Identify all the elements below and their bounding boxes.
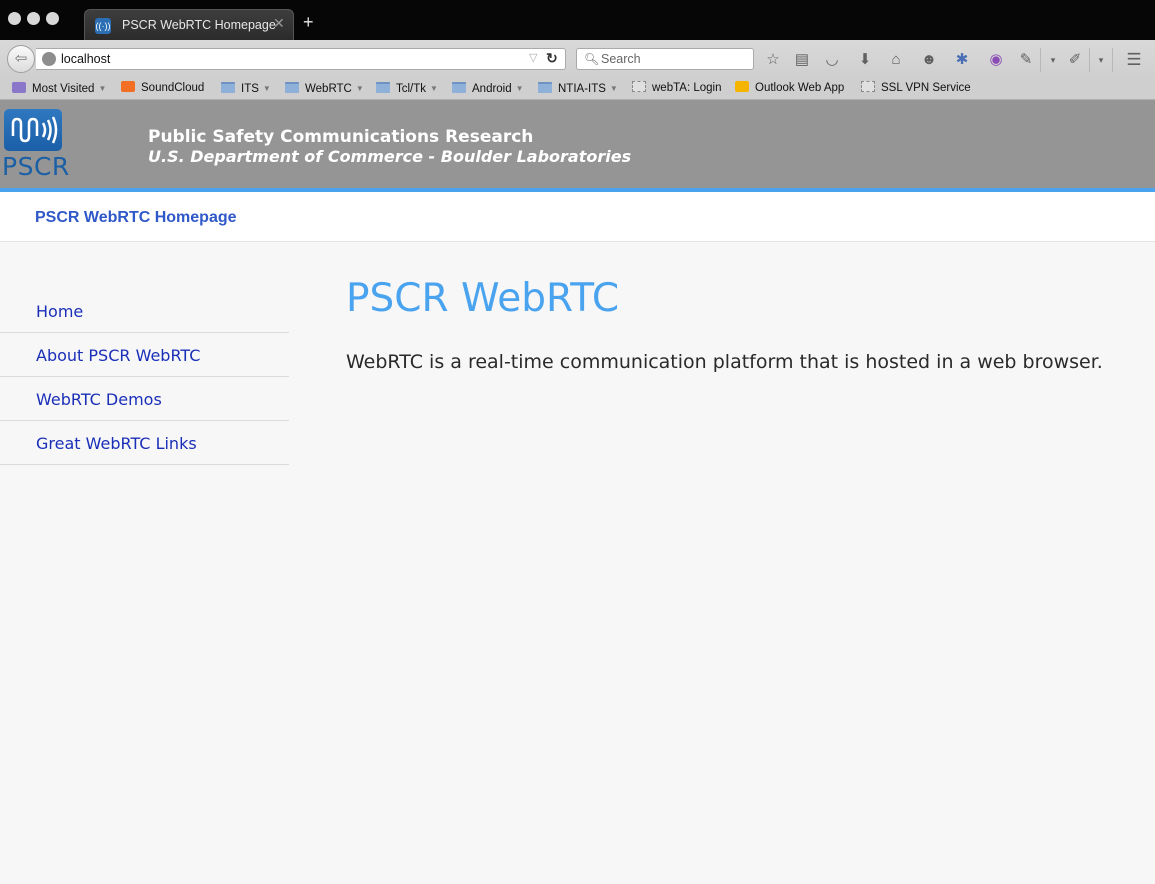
bookmark-webta-login[interactable]: webTA: Login [632,80,721,97]
close-window-button[interactable] [8,12,21,25]
folder-icon [221,82,235,93]
pscr-favicon-icon: ((·)) [95,18,111,34]
search-input[interactable] [599,50,753,68]
minimize-window-button[interactable] [27,12,40,25]
downloads-icon[interactable]: ⬇ [856,51,874,69]
most-visited-icon [12,82,26,93]
page-icon [632,81,646,92]
bookmarks-toolbar: Most Visited ▼ SoundCloud ITS ▼ WebRTC ▼ Tc… [0,78,1155,100]
toolbar-separator [1040,48,1041,72]
chat-icon[interactable]: ☻ [920,51,938,69]
bookmark-label: Outlook Web App [755,82,845,94]
chevron-down-icon: ▼ [262,84,271,93]
firebug-icon[interactable]: ✱ [953,51,971,69]
chevron-down-icon: ▼ [98,84,107,93]
logo-text: PSCR [2,152,70,181]
search-icon: 🔍︎ [584,52,600,66]
page-description: WebRTC is a real-time communication plat… [346,351,1103,373]
bookmark-label: Most Visited [32,83,95,95]
bookmark-label: NTIA-ITS [558,83,606,95]
folder-icon [538,82,552,93]
page-icon [861,81,875,92]
url-text[interactable]: localhost [61,52,110,66]
pscr-logo-icon [4,109,62,151]
globe-icon [42,52,56,66]
new-tab-button[interactable]: + [303,13,314,31]
sidebar-item-demos[interactable]: WebRTC Demos [0,377,289,421]
pocket-icon[interactable]: ◡ [823,51,841,69]
sidebar-item-about[interactable]: About PSCR WebRTC [0,333,289,377]
chevron-down-icon[interactable]: ▾ [1092,51,1110,69]
sidebar-nav: Home About PSCR WebRTC WebRTC Demos Grea… [0,289,289,465]
bookmark-label: SoundCloud [141,82,205,94]
header-title: Public Safety Communications Research [148,127,534,147]
bookmark-folder-android[interactable]: Android ▼ [452,80,524,97]
navigation-toolbar: ⇦ localhost ▽ ↻ 🔍︎ ☆ ▤ ◡ ⬇ ⌂ ☻ ✱ ◉ ✎ ▾ ✐… [0,40,1155,79]
eyedropper-icon[interactable]: ✐ [1066,51,1084,69]
page-title: PSCR WebRTC [346,276,620,321]
back-arrow-icon: ⇦ [14,50,28,67]
bookmark-label: webTA: Login [652,82,722,94]
bookmark-folder-tcltk[interactable]: Tcl/Tk ▼ [376,80,438,97]
tab-close-icon[interactable]: ✕ [273,15,285,32]
home-icon[interactable]: ⌂ [887,51,905,69]
site-header: PSCR Public Safety Communications Resear… [0,100,1155,188]
header-subtitle: U.S. Department of Commerce - Boulder La… [148,147,632,166]
chevron-down-icon: ▼ [609,84,618,93]
bookmark-folder-ntia-its[interactable]: NTIA-ITS ▼ [538,80,618,97]
soundcloud-icon [121,81,135,92]
bookmark-label: Android [472,83,512,95]
toolbar-separator [1112,48,1113,72]
reading-list-icon[interactable]: ▤ [793,51,811,69]
back-button[interactable]: ⇦ [7,45,35,73]
brand-link[interactable]: PSCR WebRTC Homepage [35,209,237,227]
chevron-down-icon: ▼ [430,84,438,93]
search-bar[interactable]: 🔍︎ [576,48,754,70]
bookmark-star-icon[interactable]: ☆ [764,51,782,69]
folder-icon [452,82,466,93]
url-bar[interactable]: localhost ▽ ↻ [36,48,566,70]
bookmark-label: Tcl/Tk [396,83,427,95]
chevron-down-icon: ▼ [355,84,364,93]
brand-bar: PSCR WebRTC Homepage [0,192,1155,242]
bookmark-soundcloud[interactable]: SoundCloud [121,80,204,97]
bookmark-label: ITS [241,83,259,95]
browser-titlebar: ((·)) PSCR WebRTC Homepage ✕ + [0,0,1155,40]
sidebar-item-home[interactable]: Home [0,289,289,333]
bookmark-folder-its[interactable]: ITS ▼ [221,80,271,97]
bookmark-label: SSL VPN Service [881,82,971,94]
bookmark-folder-webrtc[interactable]: WebRTC ▼ [285,80,364,97]
url-history-dropdown-icon[interactable]: ▽ [529,51,537,64]
reload-icon[interactable]: ↻ [546,50,558,67]
bookmark-ssl-vpn-service[interactable]: SSL VPN Service [861,80,971,97]
tab-title: PSCR WebRTC Homepage [122,18,276,32]
chevron-down-icon[interactable]: ▾ [1044,51,1062,69]
browser-tab[interactable]: ((·)) PSCR WebRTC Homepage ✕ [84,9,294,40]
chevron-down-icon: ▼ [515,84,524,93]
bookmark-outlook-web-app[interactable]: Outlook Web App [735,80,844,97]
sidebar-item-links[interactable]: Great WebRTC Links [0,421,289,465]
folder-icon [285,82,299,93]
bookmark-label: WebRTC [305,83,352,95]
extension-icon[interactable]: ◉ [987,51,1005,69]
toolbar-separator [1089,48,1090,72]
zoom-window-button[interactable] [46,12,59,25]
bookmark-most-visited[interactable]: Most Visited ▼ [12,80,106,97]
developer-tools-icon[interactable]: ✎ [1017,51,1035,69]
menu-icon[interactable]: ☰ [1125,51,1143,69]
outlook-icon [735,81,749,92]
folder-icon [376,82,390,93]
